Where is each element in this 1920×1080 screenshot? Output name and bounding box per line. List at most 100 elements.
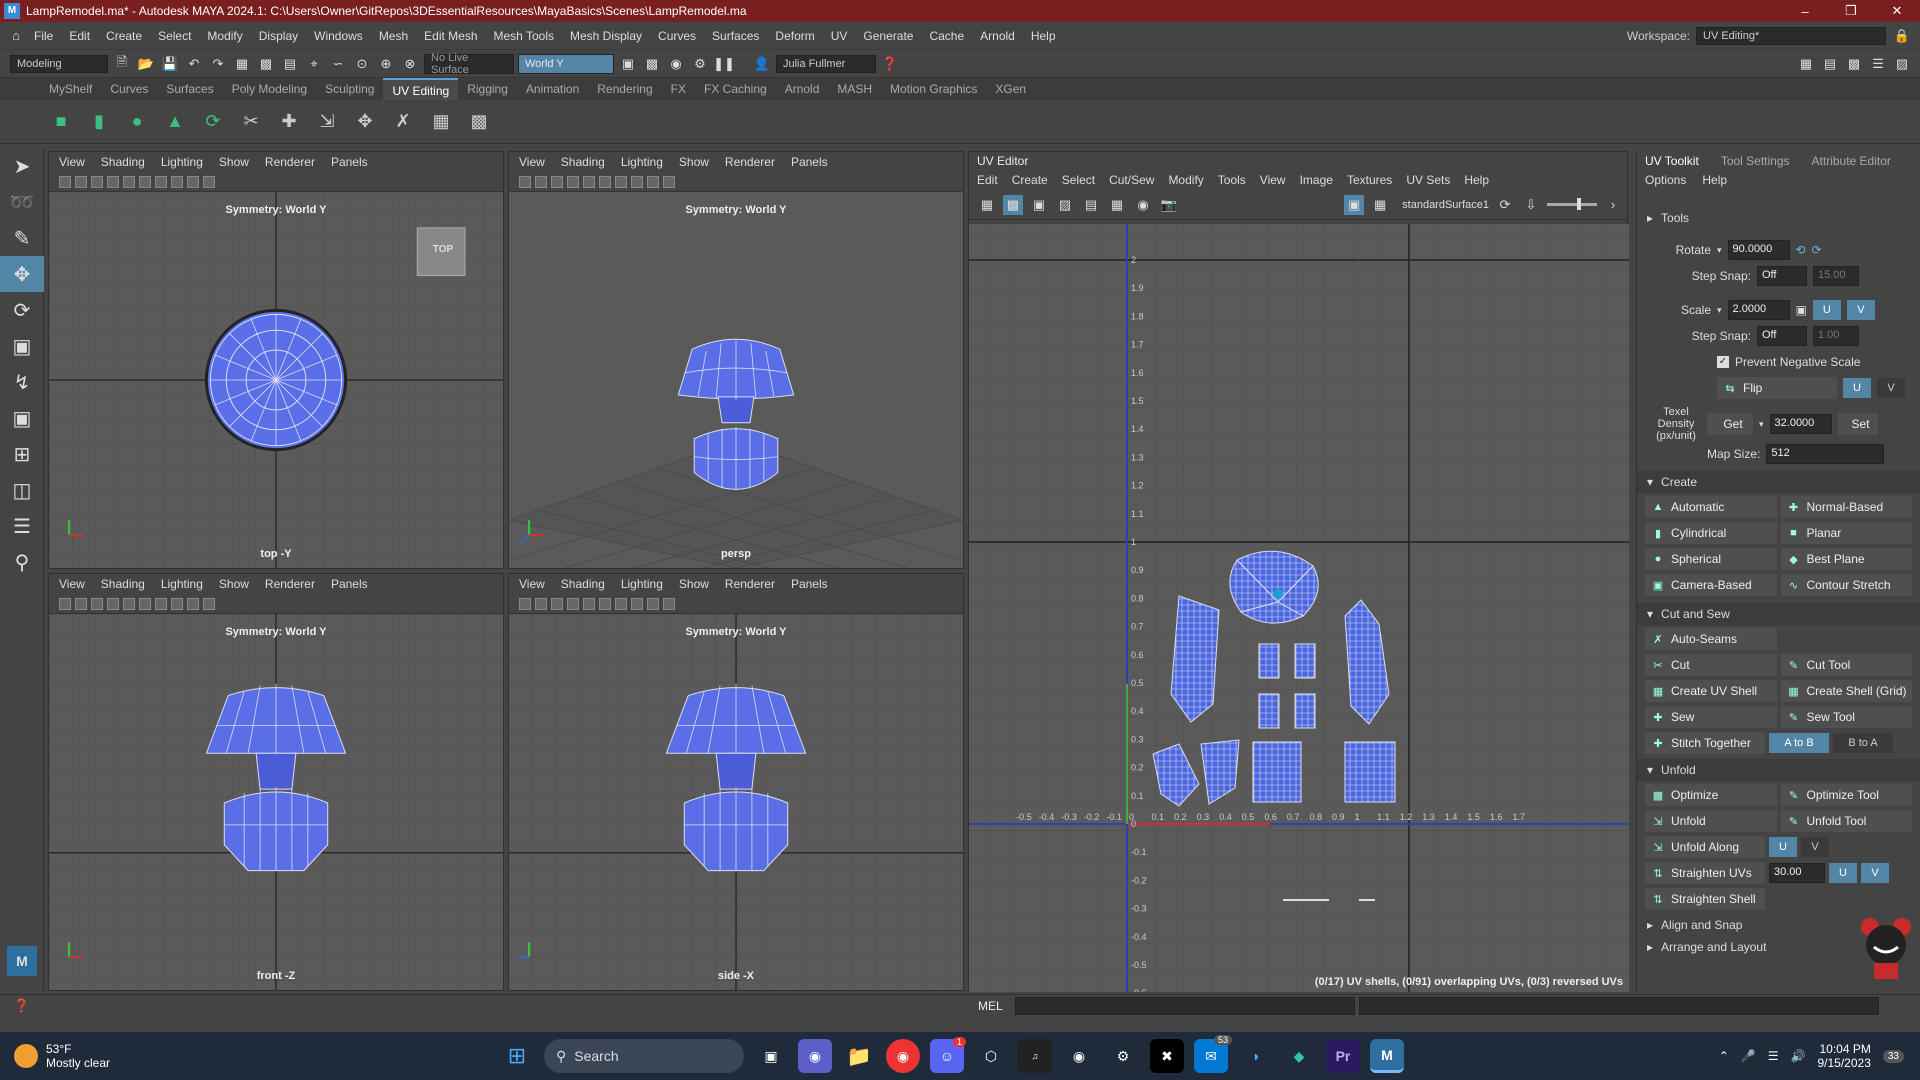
best-plane-button[interactable]: ◆ Best Plane [1780, 548, 1912, 570]
shadows-icon[interactable] [171, 597, 183, 610]
texture-display-icon[interactable]: ▣ [1344, 194, 1365, 215]
menu-uv[interactable]: UV [823, 29, 856, 43]
optimize-tool-button[interactable]: ✎ Optimize Tool [1780, 784, 1912, 806]
uv-shell-small-4[interactable] [1294, 693, 1316, 729]
section-create[interactable]: ▾ Create [1637, 471, 1920, 493]
rotate-ccw-icon[interactable]: ⟲ [1796, 243, 1806, 257]
attribute-editor-icon[interactable]: ▤ [1820, 54, 1840, 74]
modeling-toolkit-icon[interactable]: ▦ [1796, 54, 1816, 74]
shadows-icon[interactable] [631, 175, 643, 188]
unfold-icon[interactable]: ⇲ [312, 107, 342, 137]
four-view-layout-icon[interactable]: ⊞ [0, 436, 44, 472]
mode-dropdown[interactable]: Modeling [10, 54, 108, 73]
save-scene-icon[interactable]: 💾 [160, 54, 180, 74]
shelf-tab-poly-modeling[interactable]: Poly Modeling [223, 78, 316, 100]
sew-tool-button[interactable]: ✎ Sew Tool [1780, 706, 1912, 728]
grid-icon[interactable] [551, 597, 563, 610]
select-component-icon[interactable]: ▤ [280, 54, 300, 74]
viewport-canvas[interactable]: Symmetry: World Y side -X [509, 614, 963, 990]
shelf-tab-mash[interactable]: MASH [828, 78, 881, 100]
shelf-tab-uv-editing[interactable]: UV Editing [383, 78, 459, 100]
cut-uv-icon[interactable]: ✂ [236, 107, 266, 137]
a-to-b-button[interactable]: A to B [1769, 733, 1829, 753]
optimize-button[interactable]: ▩ Optimize [1645, 784, 1777, 806]
straighten-angle-input[interactable]: 30.00 [1769, 863, 1825, 883]
uv-menu-select[interactable]: Select [1062, 173, 1095, 187]
bookmark-icon[interactable] [75, 175, 87, 188]
vp-menu-show[interactable]: Show [679, 155, 709, 169]
spherical-projection-icon[interactable]: ● [122, 107, 152, 137]
rotate-step-input[interactable]: 15.00 [1813, 266, 1859, 286]
windows-start-icon[interactable]: ⊞ [500, 1039, 534, 1073]
single-perspective-layout-icon[interactable]: ▣ [0, 400, 44, 436]
texture-icon[interactable] [599, 597, 611, 610]
shelf-tab-fx-caching[interactable]: FX Caching [695, 78, 776, 100]
workspace-dropdown[interactable]: UV Editing* [1696, 26, 1886, 45]
menu-select[interactable]: Select [150, 29, 199, 43]
new-scene-icon[interactable]: 🗎 [112, 54, 132, 74]
menu-generate[interactable]: Generate [855, 29, 921, 43]
planar-button[interactable]: ■ Planar [1780, 522, 1912, 544]
viewport-top[interactable]: View Shading Lighting Show Renderer Pane… [48, 151, 504, 569]
lights-icon[interactable] [615, 175, 627, 188]
snap-view-icon[interactable]: ⊕ [376, 54, 396, 74]
grid-icon[interactable] [91, 597, 103, 610]
mel-label[interactable]: MEL [978, 999, 1003, 1013]
automatic-button[interactable]: ▲ Automatic [1645, 496, 1777, 518]
vp-menu-show[interactable]: Show [219, 577, 249, 591]
render-frame-icon[interactable]: ▣ [618, 54, 638, 74]
uv-menu-image[interactable]: Image [1300, 173, 1333, 187]
vp-menu-panels[interactable]: Panels [331, 155, 368, 169]
uv-menu-create[interactable]: Create [1012, 173, 1048, 187]
help-circle-icon[interactable]: ❓ [880, 54, 900, 74]
isolate-icon[interactable] [647, 175, 659, 188]
snap-surface-icon[interactable]: ⊗ [400, 54, 420, 74]
uv-menu-modify[interactable]: Modify [1168, 173, 1203, 187]
vp-menu-shading[interactable]: Shading [101, 577, 145, 591]
uv-menu-uv-sets[interactable]: UV Sets [1406, 173, 1450, 187]
uv-shell-lampshade-top[interactable] [1229, 550, 1319, 624]
amazon-music-icon[interactable]: ♫ [1018, 1039, 1052, 1073]
flip-v-button[interactable]: V [1877, 378, 1905, 398]
steam-icon[interactable]: ⚙ [1106, 1039, 1140, 1073]
vp-menu-view[interactable]: View [59, 155, 85, 169]
rotate-input[interactable]: 90.0000 [1727, 240, 1790, 260]
discord-icon[interactable]: ☺ 1 [930, 1037, 966, 1073]
capcut-icon[interactable]: ✖ [1150, 1039, 1184, 1073]
weather-widget[interactable]: 53°F Mostly clear [0, 1042, 200, 1070]
texture-icon[interactable] [139, 597, 151, 610]
ipr-render-icon[interactable]: ◉ [666, 54, 686, 74]
smooth-shade-icon[interactable] [123, 597, 135, 610]
shelf-tab-animation[interactable]: Animation [517, 78, 588, 100]
uv-shell-small-2[interactable] [1294, 643, 1316, 679]
sew-button[interactable]: ✚ Sew [1645, 706, 1777, 728]
menu-arnold[interactable]: Arnold [972, 29, 1023, 43]
last-tool-icon[interactable]: ↯ [0, 364, 44, 400]
prevent-negative-scale-checkbox[interactable]: ✓ [1717, 356, 1729, 368]
maya-taskbar-icon[interactable]: M [1370, 1039, 1404, 1073]
shelf-tab-rigging[interactable]: Rigging [458, 78, 517, 100]
home-icon[interactable]: ⌂ [6, 26, 26, 46]
toolkit-options-menu[interactable]: Options [1645, 173, 1686, 187]
search-icon[interactable]: ⚲ [0, 544, 44, 580]
grid-icon[interactable] [91, 175, 103, 188]
uv-menu-textures[interactable]: Textures [1347, 173, 1392, 187]
vp-menu-shading[interactable]: Shading [561, 577, 605, 591]
viewport-canvas[interactable]: Symmetry: World Y front -Z [49, 614, 503, 990]
notification-badge[interactable]: 33 [1882, 1049, 1904, 1063]
straighten-shell-button[interactable]: ⇅ Straighten Shell [1645, 888, 1765, 910]
flip-u-button[interactable]: U [1843, 378, 1871, 398]
menu-display[interactable]: Display [251, 29, 306, 43]
stitch-together-button[interactable]: ✚ Stitch Together [1645, 732, 1765, 754]
texel-density-input[interactable]: 32.0000 [1769, 414, 1832, 434]
checker-display-icon[interactable]: ▦ [1370, 195, 1390, 215]
vp-menu-renderer[interactable]: Renderer [265, 155, 315, 169]
bookmark-icon[interactable] [535, 175, 547, 188]
shelf-tab-surfaces[interactable]: Surfaces [157, 78, 222, 100]
layers-icon[interactable]: ▨ [1892, 54, 1912, 74]
spherical-button[interactable]: ● Spherical [1645, 548, 1777, 570]
smooth-shade-icon[interactable] [123, 175, 135, 188]
clock[interactable]: 10:04 PM 9/15/2023 [1817, 1042, 1870, 1070]
lasso-tool-icon[interactable]: ➿ [0, 184, 44, 220]
menu-edit[interactable]: Edit [61, 29, 98, 43]
